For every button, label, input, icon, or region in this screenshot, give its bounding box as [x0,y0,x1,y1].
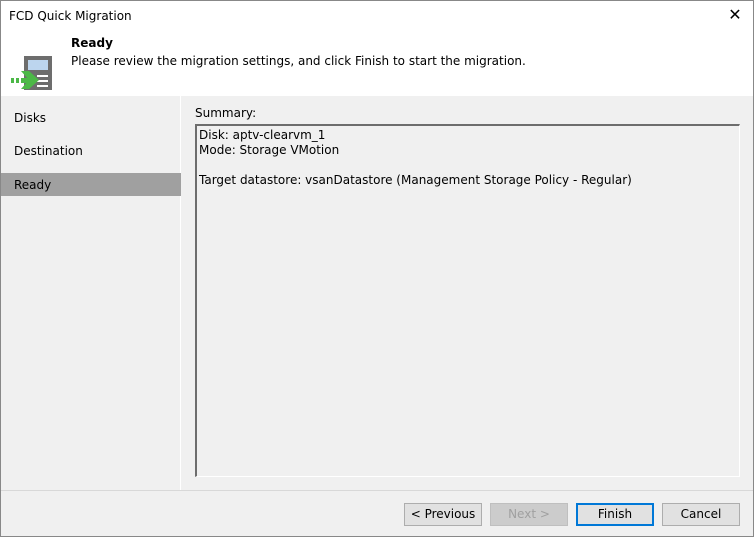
step-destination[interactable]: Destination [1,139,181,162]
summary-line: Disk: aptv-clearvm_1 [199,128,326,142]
wizard-steps: Disks Destination Ready [1,96,181,490]
step-label: Disks [14,111,47,125]
summary-line [199,158,737,173]
button-bar: < Previous Next > Finish Cancel [1,490,753,536]
step-ready[interactable]: Ready [1,173,181,196]
summary-label: Summary: [195,106,257,120]
summary-textbox[interactable]: Disk: aptv-clearvm_1 Mode: Storage VMotio… [195,124,740,477]
step-label: Ready [14,178,52,192]
summary-line: Target datastore: vsanDatastore (Managem… [199,173,632,187]
cancel-button[interactable]: Cancel [662,503,740,526]
previous-button[interactable]: < Previous [404,503,482,526]
summary-line: Mode: Storage VMotion [199,143,340,157]
title-bar: FCD Quick Migration ✕ [1,1,753,32]
page-title: Ready [71,36,113,50]
close-icon[interactable]: ✕ [725,5,745,24]
step-label: Destination [14,144,83,158]
page-description: Please review the migration settings, an… [71,54,526,68]
wizard-window: FCD Quick Migration ✕ Ready Please revie… [0,0,754,537]
finish-button[interactable]: Finish [576,503,654,526]
wizard-header: Ready Please review the migration settin… [1,32,753,96]
content-pane: Summary: Disk: aptv-clearvm_1 Mode: Stora… [182,96,753,490]
next-button[interactable]: Next > [490,503,568,526]
migration-wizard-icon [11,56,52,90]
window-title: FCD Quick Migration [9,9,132,23]
step-disks[interactable]: Disks [1,106,181,129]
